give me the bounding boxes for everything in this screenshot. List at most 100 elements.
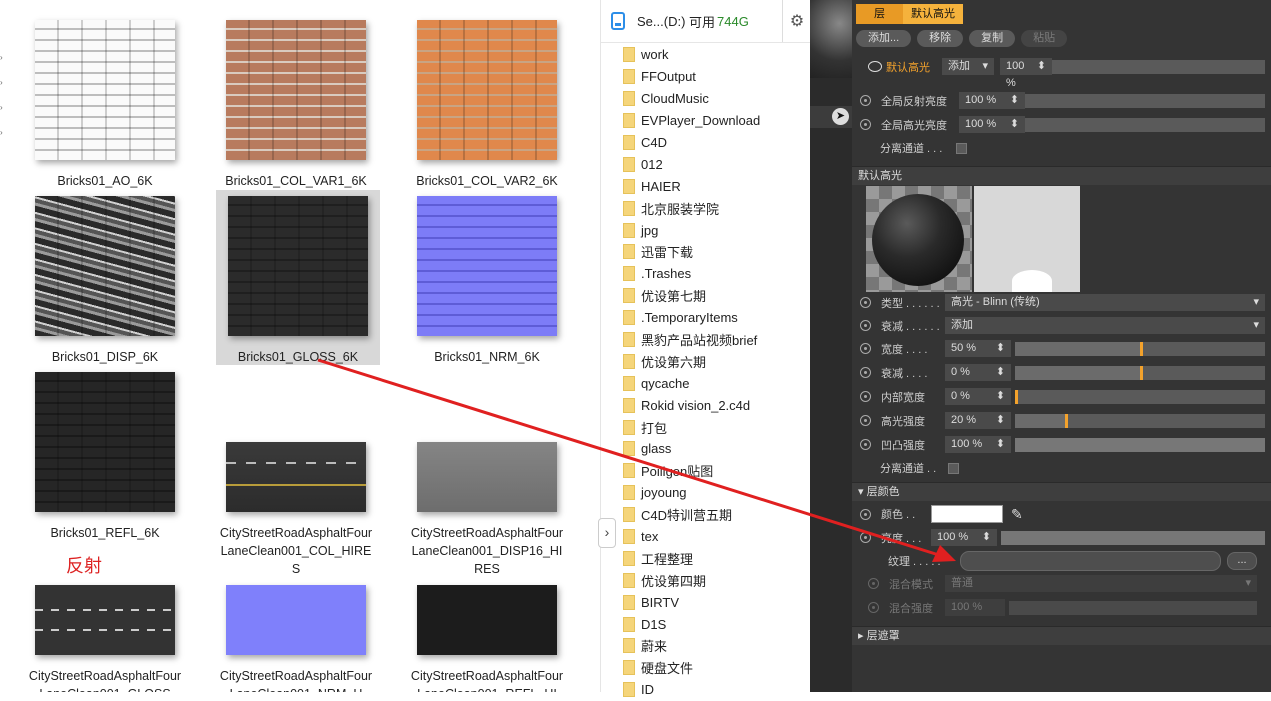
- folder-item[interactable]: work: [623, 44, 811, 66]
- folder-item[interactable]: qycache: [623, 372, 811, 394]
- layer-name[interactable]: 默认高光: [886, 59, 942, 75]
- copy-layer-button[interactable]: 复制: [969, 30, 1016, 47]
- radio-icon[interactable]: [860, 439, 871, 450]
- section-default-specular[interactable]: 默认高光: [852, 166, 1271, 185]
- remove-layer-button[interactable]: 移除: [917, 30, 964, 47]
- falloff-dropdown[interactable]: 添加 ▾: [945, 317, 1265, 334]
- folder-item[interactable]: glass: [623, 438, 811, 460]
- folder-item[interactable]: C4D特训营五期: [623, 504, 811, 526]
- chevron-right-icon[interactable]: ›: [0, 77, 6, 102]
- radio-icon[interactable]: [860, 367, 871, 378]
- param-slider[interactable]: [1015, 437, 1265, 452]
- separate-channels-checkbox[interactable]: [948, 462, 959, 474]
- folder-item[interactable]: C4D: [623, 132, 811, 154]
- folder-item[interactable]: FFOutput: [623, 66, 811, 88]
- radio-icon[interactable]: [860, 391, 871, 402]
- tab-layer[interactable]: 层: [856, 4, 903, 24]
- paste-layer-button[interactable]: 粘贴: [1021, 30, 1068, 47]
- param-slider[interactable]: [1015, 389, 1265, 404]
- folder-item[interactable]: 打包: [623, 416, 811, 438]
- folder-item[interactable]: .TemporaryItems: [623, 307, 811, 329]
- param-field[interactable]: 20 % ⬍: [945, 412, 1011, 429]
- param-field[interactable]: 50 % ⬍: [945, 340, 1011, 357]
- folder-item[interactable]: 优设第六期: [623, 350, 811, 372]
- folder-item[interactable]: tex: [623, 526, 811, 548]
- type-dropdown[interactable]: 高光 - Blinn (传统) ▾: [945, 294, 1265, 311]
- file-tile[interactable]: CityStreetRoadAsphaltFourLaneClean001_GL…: [20, 550, 190, 692]
- radio-icon[interactable]: [860, 415, 871, 426]
- param-slider[interactable]: [1015, 365, 1265, 380]
- folder-item[interactable]: 012: [623, 153, 811, 175]
- file-tile[interactable]: CityStreetRoadAsphaltFourLaneClean001_RE…: [402, 550, 572, 692]
- folder-item[interactable]: 优设第四期: [623, 569, 811, 591]
- global-reflection-slider[interactable]: [1025, 93, 1265, 108]
- folder-item[interactable]: 北京服装学院: [623, 197, 811, 219]
- file-tile[interactable]: Bricks01_AO_6K: [20, 20, 190, 190]
- eye-icon[interactable]: [868, 61, 882, 72]
- add-layer-button[interactable]: 添加...: [856, 30, 912, 47]
- folder-item[interactable]: Rokid vision_2.c4d: [623, 394, 811, 416]
- brightness-field[interactable]: 100 % ⬍: [931, 529, 997, 546]
- file-tile[interactable]: Bricks01_NRM_6K: [402, 196, 572, 366]
- radio-icon[interactable]: [860, 297, 871, 308]
- file-tile[interactable]: Bricks01_COL_VAR2_6K: [402, 20, 572, 190]
- folder-item[interactable]: Poiligon贴图: [623, 460, 811, 482]
- folder-item[interactable]: 蔚来: [623, 635, 811, 657]
- file-tile[interactable]: CityStreetRoadAsphaltFourLaneClean001_NR…: [211, 550, 381, 692]
- global-specular-field[interactable]: 100 % ⬍: [959, 116, 1025, 133]
- file-tile[interactable]: Bricks01_REFL_6K: [20, 372, 190, 542]
- global-specular-slider[interactable]: [1025, 117, 1265, 132]
- blend-mode-dropdown[interactable]: 普通 ▾: [945, 575, 1257, 592]
- global-reflection-field[interactable]: 100 % ⬍: [959, 92, 1025, 109]
- folder-item[interactable]: EVPlayer_Download: [623, 110, 811, 132]
- texture-options-button[interactable]: ...: [1227, 552, 1257, 570]
- radio-icon[interactable]: [868, 602, 879, 613]
- radio-icon[interactable]: [860, 320, 871, 331]
- folder-item[interactable]: CloudMusic: [623, 88, 811, 110]
- brightness-slider[interactable]: [1001, 530, 1265, 545]
- tab-default-specular[interactable]: 默认高光: [903, 4, 963, 24]
- cursor-arrow-icon[interactable]: ➤: [832, 108, 849, 125]
- eyedropper-icon[interactable]: ✎: [1011, 506, 1023, 523]
- folder-item[interactable]: .Trashes: [623, 263, 811, 285]
- folder-item[interactable]: 黑豹产品站视频brief: [623, 329, 811, 351]
- chevron-right-icon[interactable]: ›: [0, 127, 6, 152]
- radio-icon[interactable]: [860, 95, 871, 106]
- chevron-right-icon[interactable]: ›: [0, 52, 6, 77]
- folder-item[interactable]: 工程整理: [623, 547, 811, 569]
- layer-opacity-field[interactable]: 100 % ⬍: [1000, 58, 1052, 89]
- blend-strength-field[interactable]: 100 %: [945, 599, 1005, 616]
- drive-header[interactable]: Se...(D:) 可用 744G ⚙: [601, 0, 811, 43]
- radio-icon[interactable]: [868, 578, 879, 589]
- param-slider[interactable]: [1015, 413, 1265, 428]
- param-slider[interactable]: [1015, 341, 1265, 356]
- radio-icon[interactable]: [860, 532, 871, 543]
- param-field[interactable]: 0 % ⬍: [945, 364, 1011, 381]
- layer-opacity-slider[interactable]: [1052, 59, 1265, 74]
- chevron-right-icon[interactable]: ›: [0, 102, 6, 127]
- file-tile-selected[interactable]: Bricks01_GLOSS_6K: [216, 190, 380, 365]
- folder-item[interactable]: ID: [623, 679, 811, 701]
- section-layer-mask[interactable]: ▸ 层遮罩: [852, 626, 1271, 645]
- separate-channels-checkbox[interactable]: [956, 142, 967, 154]
- radio-icon[interactable]: [860, 508, 871, 520]
- radio-icon[interactable]: [860, 119, 871, 130]
- file-tile[interactable]: Bricks01_COL_VAR1_6K: [211, 20, 381, 190]
- file-tile[interactable]: Bricks01_DISP_6K: [20, 196, 190, 366]
- folder-item[interactable]: D1S: [623, 613, 811, 635]
- folder-item[interactable]: joyoung: [623, 482, 811, 504]
- gear-icon[interactable]: ⚙: [782, 0, 811, 42]
- folder-item[interactable]: 迅雷下载: [623, 241, 811, 263]
- section-layer-color[interactable]: ▾ 层颜色: [852, 482, 1271, 501]
- folder-item[interactable]: jpg: [623, 219, 811, 241]
- folder-item[interactable]: 硬盘文件: [623, 657, 811, 679]
- blend-strength-slider[interactable]: [1009, 600, 1257, 615]
- param-field[interactable]: 0 % ⬍: [945, 388, 1011, 405]
- folder-item[interactable]: 优设第七期: [623, 285, 811, 307]
- layer-mode-dropdown[interactable]: 添加 ▾: [942, 58, 994, 75]
- folder-item[interactable]: HAIER: [623, 175, 811, 197]
- collapse-panel-button[interactable]: ›: [598, 518, 616, 548]
- color-swatch[interactable]: [931, 505, 1003, 523]
- radio-icon[interactable]: [860, 343, 871, 354]
- folder-item[interactable]: BIRTV: [623, 591, 811, 613]
